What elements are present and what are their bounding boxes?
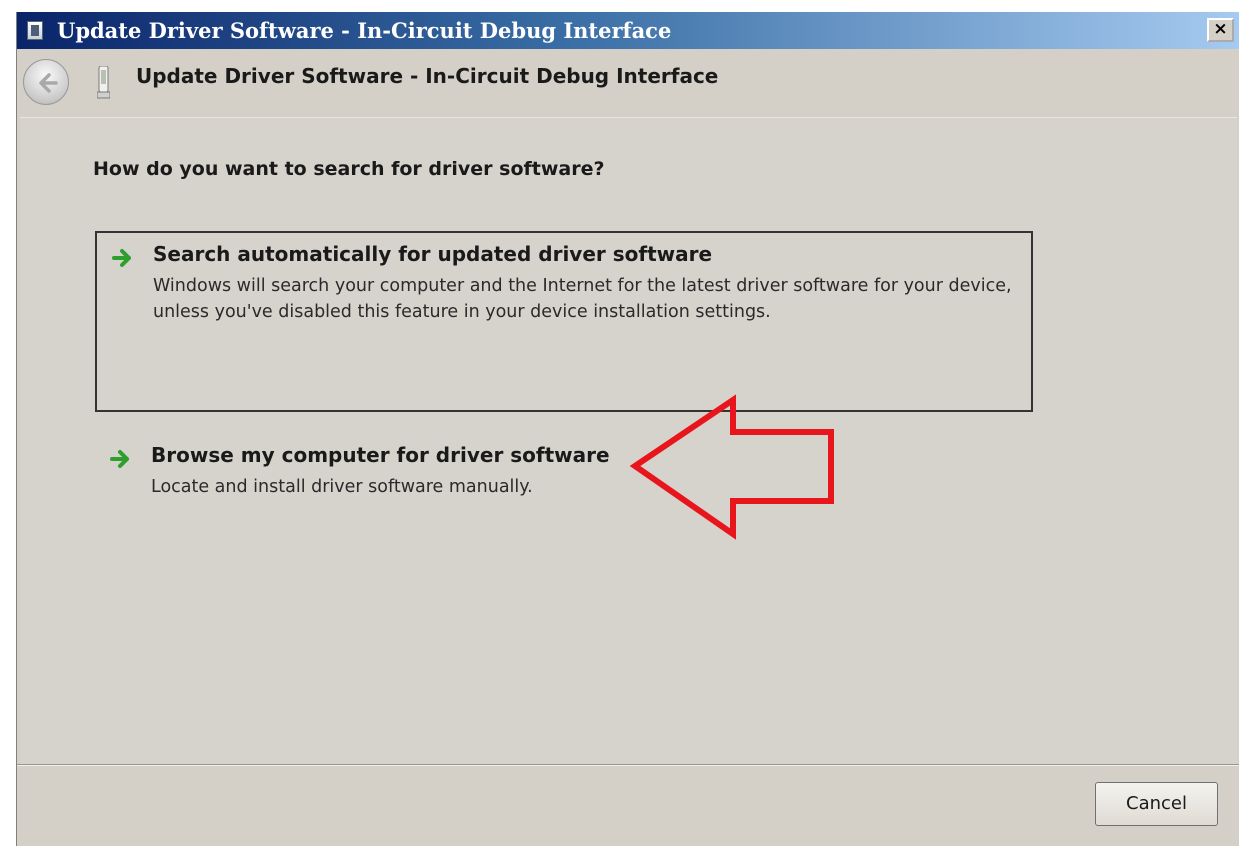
footer-divider <box>17 764 1239 766</box>
browse-computer-option[interactable]: Browse my computer for driver software L… <box>95 436 1033 506</box>
cancel-button[interactable]: Cancel <box>1095 782 1218 826</box>
window-title: Update Driver Software - In-Circuit Debu… <box>57 18 672 43</box>
green-arrow-icon <box>110 450 129 468</box>
wizard-header: Update Driver Software - In-Circuit Debu… <box>17 49 1239 117</box>
option-description: Locate and install driver software manua… <box>151 477 533 497</box>
green-arrow-icon <box>112 249 131 267</box>
usb-device-icon <box>97 66 110 99</box>
option-description: Windows will search your computer and th… <box>153 276 1012 322</box>
back-arrow-icon <box>39 73 58 93</box>
search-automatically-option[interactable]: Search automatically for updated driver … <box>95 231 1033 412</box>
search-question: How do you want to search for driver sof… <box>93 158 605 180</box>
title-bar[interactable]: Update Driver Software - In-Circuit Debu… <box>17 12 1239 49</box>
option-title: Browse my computer for driver software <box>151 443 610 467</box>
device-manager-icon <box>27 21 43 40</box>
back-button[interactable] <box>23 59 69 105</box>
close-button[interactable]: × <box>1207 18 1234 42</box>
update-driver-window: Update Driver Software - In-Circuit Debu… <box>16 12 1239 846</box>
red-arrow-annotation <box>629 394 834 540</box>
option-title: Search automatically for updated driver … <box>153 242 713 266</box>
wizard-title: Update Driver Software - In-Circuit Debu… <box>136 64 719 88</box>
